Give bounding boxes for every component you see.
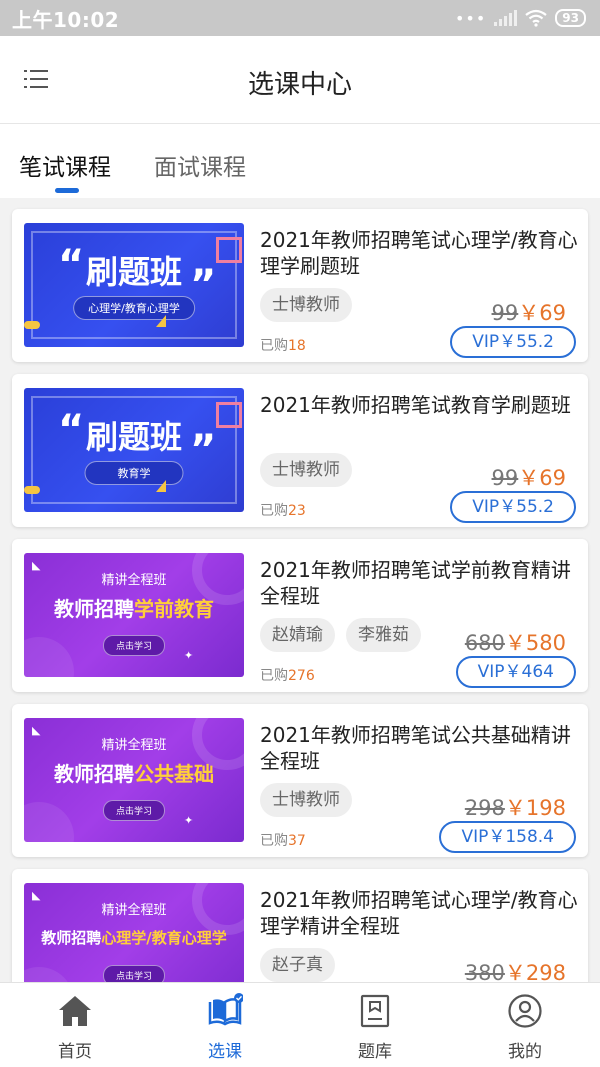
course-title: 2021年教师招聘笔试学前教育精讲全程班 [260,558,571,608]
question-bank-icon [360,994,390,1028]
tab-bar-label: 选课 [208,1042,242,1062]
course-title: 2021年教师招聘笔试心理学/教育心理学精讲全程班 [260,888,578,938]
decorative-square [216,402,242,428]
course-card[interactable]: ◣ 精讲全程班 教师招聘心理学/教育心理学 点击学习 2021年教师招聘笔试心理… [12,869,588,982]
thumbnail-study-button: 点击学习 [102,800,166,821]
price: 99￥69 [492,462,566,492]
decorative-square [216,237,242,263]
vip-price-button[interactable]: VIP￥464 [455,656,576,688]
original-price: 380 [464,961,505,982]
tab-bar-label: 首页 [58,1042,92,1062]
course-card[interactable]: “ 刷题班 ” 教育学 2021年教师招聘笔试教育学刷题班 士博教师 已购23 … [12,374,588,527]
vip-price-button[interactable]: VIP￥55.2 [450,326,576,358]
course-list[interactable]: “ 刷题班 ” 心理学/教育心理学 2021年教师招聘笔试心理学/教育心理学刷题… [0,198,600,982]
price: 680￥580 [465,627,566,657]
bottom-tab-bar: 首页 选课 题库 我的 [0,982,600,1067]
profile-icon [508,994,542,1028]
title-bar: 选课中心 [0,36,600,124]
sale-price: ￥580 [504,631,566,655]
status-time: 上午10:02 [12,7,120,32]
thumbnail-subtitle: 精讲全程班 [101,738,167,753]
wifi-icon [525,9,547,27]
sale-price: ￥198 [504,796,566,820]
tab-interview-courses[interactable]: 面试课程 [154,148,246,182]
tab-bar-item-courses[interactable]: 选课 [150,983,300,1067]
purchase-count: 已购37 [260,833,306,849]
course-card[interactable]: ◣ ✦ 精讲全程班 教师招聘公共基础 点击学习 2021年教师招聘笔试公共基础精… [12,704,588,857]
teacher-tag: 士博教师 [260,783,352,817]
tab-bar-label: 题库 [358,1042,392,1062]
sale-price: ￥69 [518,301,566,325]
tab-bar-item-profile[interactable]: 我的 [450,983,600,1067]
price: 298￥198 [465,792,566,822]
price: 99￥69 [492,297,566,327]
thumbnail-headline: 教师招聘公共基础 [54,762,214,786]
teacher-tag: 李雅茹 [346,618,421,652]
course-title: 2021年教师招聘笔试教育学刷题班 [260,393,571,417]
vip-price-button[interactable]: VIP￥158.4 [439,821,576,853]
status-icons: ••• 93 [455,9,586,28]
active-tab-indicator [55,188,79,193]
course-thumbnail: ◣ ✦ 精讲全程班 教师招聘学前教育 点击学习 [24,553,244,677]
tab-bar-item-home[interactable]: 首页 [0,983,150,1067]
course-title: 2021年教师招聘笔试心理学/教育心理学刷题班 [260,228,578,278]
course-thumbnail: “ 刷题班 ” 教育学 [24,388,244,512]
price: 380￥298 [465,957,566,982]
course-title: 2021年教师招聘笔试公共基础精讲全程班 [260,723,571,773]
course-type-tabs: 笔试课程 面试课程 [0,124,600,198]
original-price: 680 [464,631,505,655]
thumbnail-subtitle: 心理学/教育心理学 [73,296,195,320]
purchase-count: 已购276 [260,668,315,684]
tab-bar-label: 我的 [508,1042,542,1062]
course-card[interactable]: ◣ ✦ 精讲全程班 教师招聘学前教育 点击学习 2021年教师招聘笔试学前教育精… [12,539,588,692]
thumbnail-headline: 教师招聘心理学/教育心理学 [41,929,227,947]
thumbnail-study-button: 点击学习 [102,965,166,982]
sale-price: ￥69 [518,466,566,490]
page-title: 选课中心 [247,70,352,100]
purchase-count: 已购18 [260,338,306,354]
book-icon [208,993,243,1026]
home-icon [59,996,91,1026]
thumbnail-study-button: 点击学习 [102,635,166,656]
vip-price-button[interactable]: VIP￥55.2 [450,491,576,523]
teacher-tag: 赵婧瑜 [260,618,335,652]
thumbnail-subtitle: 精讲全程班 [101,903,167,918]
thumbnail-headline: 教师招聘学前教育 [54,597,214,621]
battery-indicator: 93 [555,9,586,27]
purchase-count: 已购23 [260,503,306,519]
more-dots-icon: ••• [454,8,487,28]
original-price: 99 [491,466,519,490]
status-bar: 上午10:02 ••• 93 [0,0,600,36]
teacher-tag: 士博教师 [260,288,352,322]
course-thumbnail: ◣ ✦ 精讲全程班 教师招聘公共基础 点击学习 [24,718,244,842]
original-price: 99 [491,301,519,325]
sale-price: ￥298 [504,961,566,982]
thumbnail-subtitle: 教育学 [84,461,184,485]
tab-written-courses[interactable]: 笔试课程 [19,148,111,182]
course-thumbnail: ◣ 精讲全程班 教师招聘心理学/教育心理学 点击学习 [24,883,244,982]
thumbnail-subtitle: 精讲全程班 [101,573,167,588]
teacher-tag: 士博教师 [260,453,352,487]
course-thumbnail: “ 刷题班 ” 心理学/教育心理学 [24,223,244,347]
course-card[interactable]: “ 刷题班 ” 心理学/教育心理学 2021年教师招聘笔试心理学/教育心理学刷题… [12,209,588,362]
original-price: 298 [464,796,505,820]
teacher-tag: 赵子真 [260,948,335,982]
signal-icon [494,10,518,26]
tab-bar-item-question-bank[interactable]: 题库 [300,983,450,1067]
